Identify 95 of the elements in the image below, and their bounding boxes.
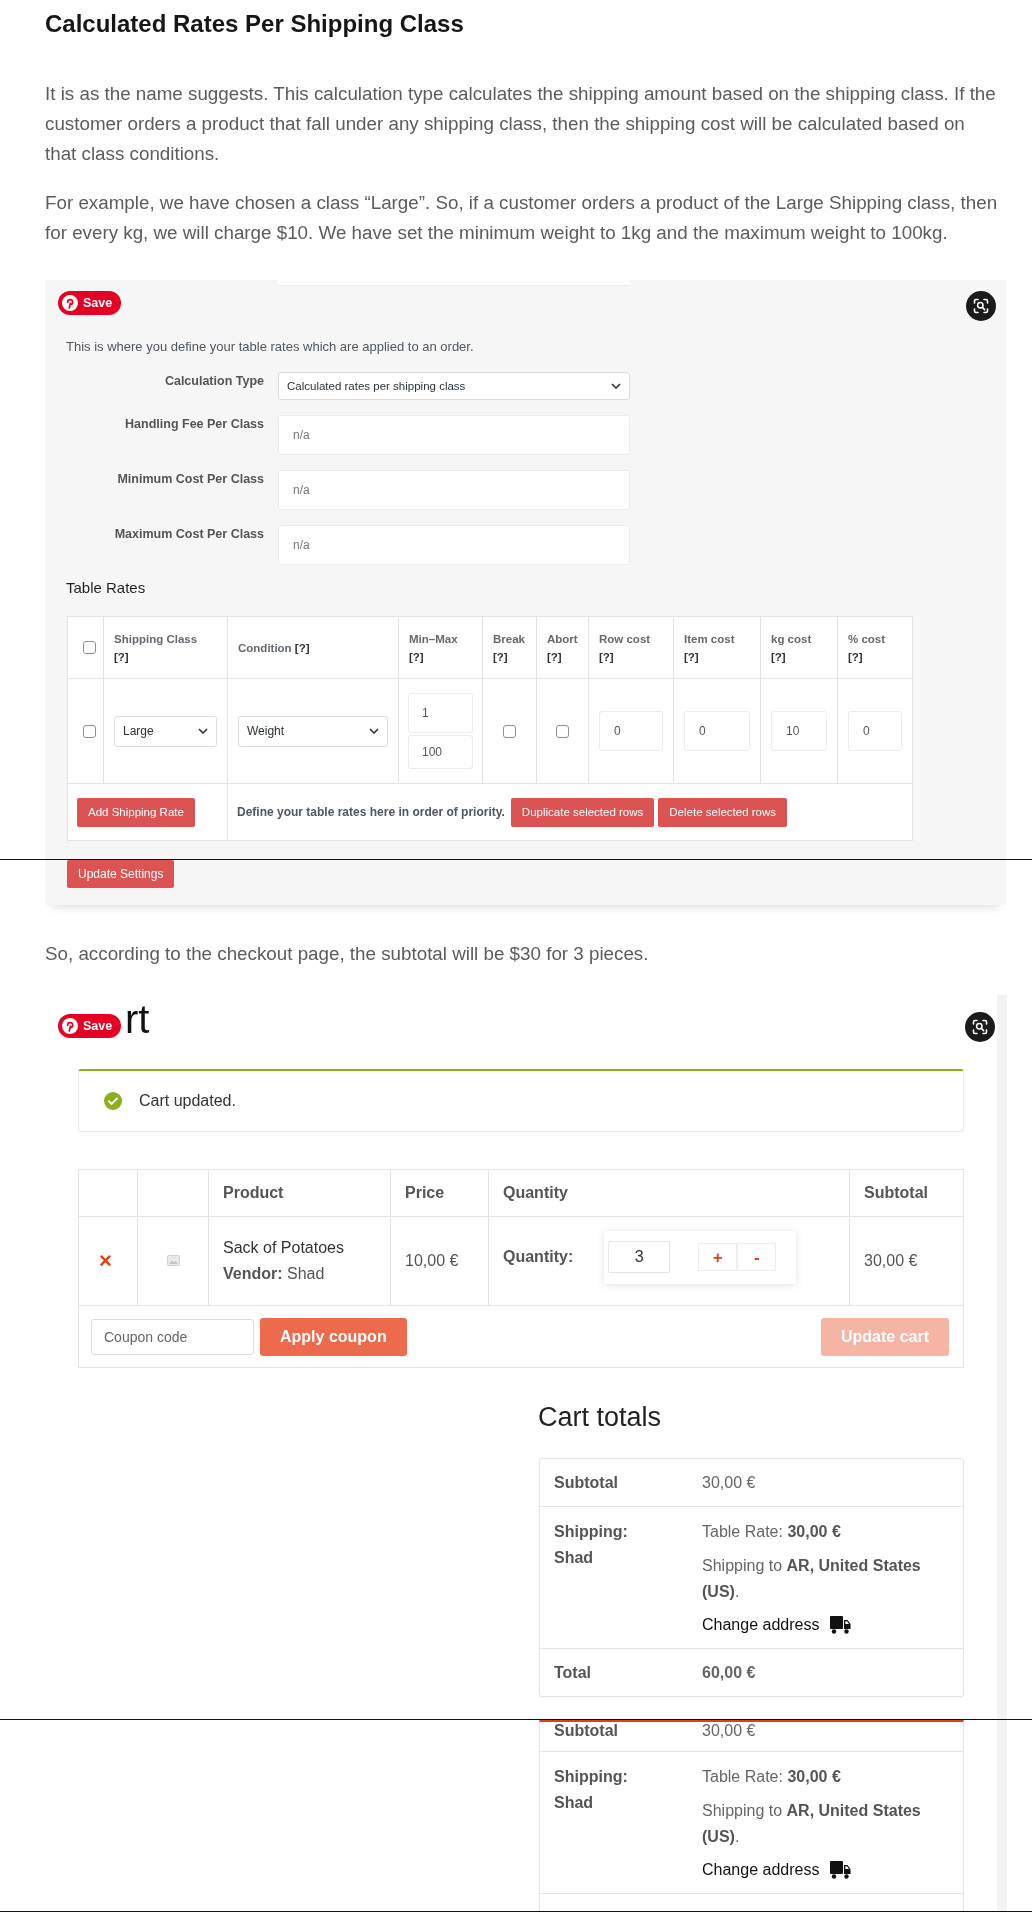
max-input[interactable]: 100: [408, 735, 473, 769]
input-field[interactable]: 0: [684, 711, 750, 751]
input-field[interactable]: 0: [599, 711, 663, 751]
help-link[interactable]: [?]: [547, 650, 562, 663]
help-link[interactable]: [?]: [409, 650, 424, 663]
truck-icon: [830, 1616, 852, 1634]
duplicate-rows-button[interactable]: Duplicate selected rows: [510, 797, 655, 827]
help-link[interactable]: [?]: [771, 650, 786, 663]
checkbox[interactable]: [83, 641, 96, 654]
checkbox[interactable]: [503, 724, 516, 738]
column-header: Price: [405, 1184, 445, 1201]
notice-text: Cart updated.: [139, 1092, 236, 1110]
price-text: 30,00 €: [864, 1252, 918, 1269]
chevron-down-icon: [611, 383, 621, 389]
circle-logo-icon: [62, 295, 78, 311]
update-settings-button[interactable]: Update Settings: [67, 860, 175, 888]
column-header: Product: [223, 1184, 284, 1201]
column-header: Abort: [547, 632, 578, 645]
note-text: Define your table rates here in order of priority.: [237, 805, 505, 819]
truck-icon: [830, 1861, 852, 1879]
row-label: Total: [554, 1663, 592, 1682]
add-shipping-rate-button[interactable]: Add Shipping Rate: [77, 797, 195, 827]
rate-text: Table Rate: 30,00 €: [702, 1767, 841, 1787]
decrease-button[interactable]: -: [737, 1243, 777, 1271]
dropdown-select[interactable]: Large: [114, 715, 217, 747]
row-label: Subtotal: [554, 1722, 618, 1739]
amount-text: 30,00 €: [702, 1473, 756, 1492]
article-title: Calculated Rates Per Shipping Class: [45, 9, 464, 39]
row-label: Shipping:: [554, 1767, 628, 1787]
amount-text: 30,00 €: [702, 1722, 756, 1739]
help-link[interactable]: [?]: [493, 650, 508, 663]
dropdown-select[interactable]: Weight: [238, 715, 388, 747]
checkbox[interactable]: [83, 724, 96, 738]
circle-logo-icon: [62, 1018, 78, 1034]
help-link[interactable]: [?]: [294, 641, 310, 654]
save-button[interactable]: Save: [58, 291, 122, 315]
increase-button[interactable]: +: [698, 1243, 738, 1271]
scan-search-icon[interactable]: [965, 1012, 995, 1042]
paragraph-text: So, according to the checkout page, the subtotal will be $30 for 3 pieces.: [45, 942, 650, 966]
row-label: Shipping:: [554, 1522, 628, 1542]
rate-text: Table Rate: 30,00 €: [702, 1522, 841, 1542]
calculation-type-select[interactable]: Calculated rates per shipping class: [278, 372, 630, 400]
package-label: Shad: [554, 1793, 594, 1813]
section-heading: Cart totals: [538, 1401, 662, 1434]
paragraph-text: It is as the name suggests. This calculation type calculates the shipping amount based on the shipping class. If the customer orders a product that fall under any shipping class, then the shipping cost will be calculated based on that class conditions.: [45, 82, 997, 166]
input-field[interactable]: 10: [771, 711, 827, 751]
amount-text: 60,00 €: [702, 1663, 756, 1682]
input-field[interactable]: n/a: [278, 470, 630, 510]
column-header: Item cost: [684, 632, 735, 645]
input-field[interactable]: n/a: [278, 415, 630, 455]
package-label: Shad: [554, 1548, 594, 1568]
quantity-label: Quantity:: [503, 1248, 574, 1266]
description-text: This is where you define your table rates which are applied to an order.: [66, 338, 474, 356]
help-link[interactable]: [?]: [599, 650, 614, 663]
input-field[interactable]: n/a: [278, 525, 630, 565]
image-placeholder-icon: [166, 1255, 180, 1266]
change-address-link[interactable]: Change address: [702, 1612, 820, 1638]
help-link[interactable]: [?]: [848, 650, 863, 663]
paragraph-text: For example, we have chosen a class “Large”. So, if a customer orders a product of the Large Shipping class, then for every kg, we will charge $10. We have set the minimum weight to 1kg and the maximum weight to 100kg.: [45, 191, 999, 245]
row-label: Subtotal: [554, 1473, 618, 1492]
vendor-text: Vendor: Shad: [223, 1264, 325, 1284]
change-address-link[interactable]: Change address: [702, 1857, 820, 1883]
column-header: % cost: [848, 632, 886, 645]
field-label: Maximum Cost Per Class: [114, 526, 264, 543]
checkbox[interactable]: [556, 724, 569, 738]
check-circle-icon: [104, 1092, 122, 1110]
save-button[interactable]: Save: [58, 1014, 122, 1038]
column-header: Condition: [238, 641, 292, 654]
remove-link[interactable]: ×: [99, 1248, 112, 1273]
column-header: kg cost: [771, 632, 812, 645]
section-heading: Table Rates: [66, 578, 146, 598]
help-link[interactable]: [?]: [114, 650, 129, 663]
column-header: Break: [493, 632, 525, 645]
chevron-down-icon: [198, 728, 208, 734]
column-header: Shipping Class: [114, 632, 198, 645]
price-text: 10,00 €: [405, 1252, 459, 1269]
input-field[interactable]: 0: [848, 711, 902, 751]
column-header: Min–Max: [409, 632, 458, 645]
help-link[interactable]: [?]: [684, 650, 699, 663]
scan-search-icon[interactable]: [966, 291, 996, 321]
field-label: Calculation Type: [164, 373, 264, 390]
destination-text: Shipping to AR, United States (US).: [702, 1801, 922, 1847]
quantity-input[interactable]: 3: [608, 1241, 671, 1273]
destination-text: Shipping to AR, United States (US).: [702, 1556, 922, 1602]
chevron-down-icon: [369, 728, 379, 734]
page-heading: rt: [125, 996, 150, 1042]
column-header: Quantity: [503, 1184, 568, 1201]
delete-rows-button[interactable]: Delete selected rows: [658, 797, 788, 827]
column-header: Row cost: [599, 632, 651, 645]
coupon-input[interactable]: Coupon code: [91, 1318, 254, 1355]
field-label: Handling Fee Per Class: [125, 416, 264, 433]
product-link[interactable]: Sack of Potatoes: [223, 1235, 344, 1261]
field-label: Minimum Cost Per Class: [117, 471, 264, 488]
min-input[interactable]: 1: [408, 693, 473, 733]
column-header: Subtotal: [864, 1184, 928, 1201]
